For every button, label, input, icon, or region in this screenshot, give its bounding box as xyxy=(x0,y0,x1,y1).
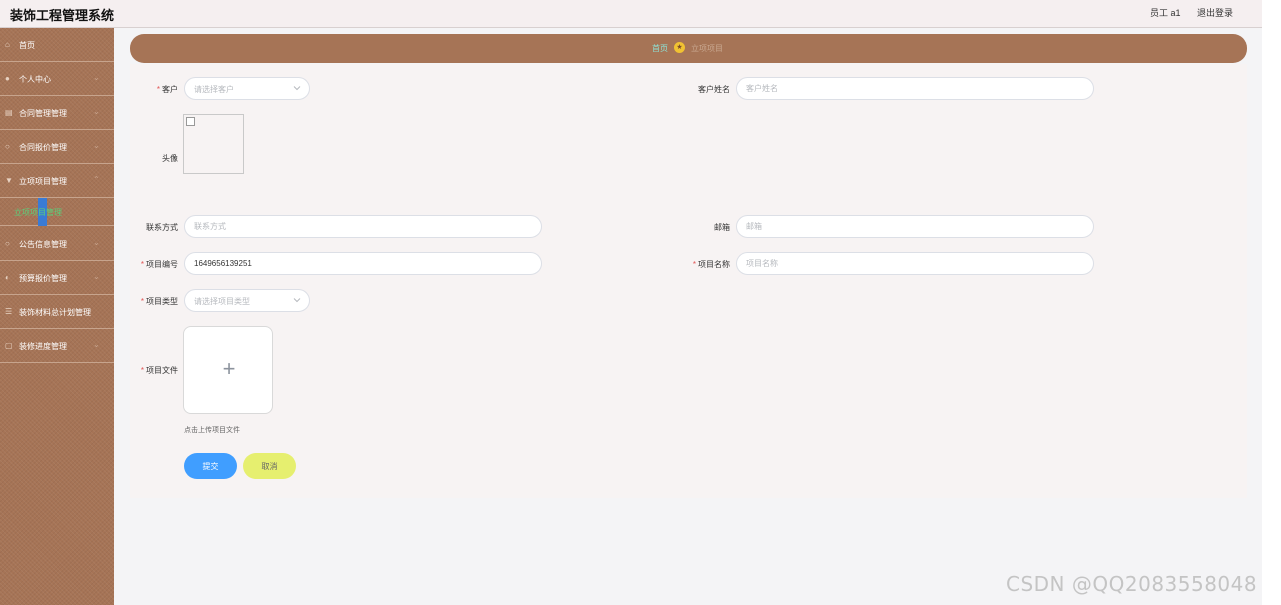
project-name-input[interactable] xyxy=(736,252,1094,275)
customer-name-input[interactable] xyxy=(736,77,1094,100)
sidebar-item-label: 个人中心 xyxy=(19,75,51,84)
sidebar-item-materials[interactable]: ☰ 装饰材料总计划管理 xyxy=(0,295,114,329)
logout-link[interactable]: 退出登录 xyxy=(1197,6,1233,19)
plus-icon: + xyxy=(222,356,236,381)
customer-select[interactable]: 请选择客户 xyxy=(184,77,310,100)
sidebar-item-contract[interactable]: ▤ 合同管理管理 ⌄ xyxy=(0,96,114,130)
avatar-label: 头像 xyxy=(162,154,178,163)
chevron-down-icon: ⌄ xyxy=(93,73,100,82)
breadcrumb xyxy=(130,34,1247,63)
project-type-select[interactable]: 请选择项目类型 xyxy=(184,289,310,312)
sidebar-item-label: 预算报价管理 xyxy=(19,274,67,283)
user-icon: ● xyxy=(5,74,10,83)
sidebar: ⌂ 首页 ● 个人中心 ⌄ ▤ 合同管理管理 ⌄ ○ 合同报价管理 ⌄ ▼ 立项… xyxy=(0,28,114,605)
sidebar-item-project[interactable]: ▼ 立项项目管理 ⌃ xyxy=(0,164,114,198)
chevron-down-icon: ⌄ xyxy=(93,238,100,247)
chevron-down-icon: ⌄ xyxy=(93,141,100,150)
project-file-upload[interactable]: + xyxy=(183,326,273,414)
home-icon: ⌂ xyxy=(5,40,10,49)
chevron-down-icon xyxy=(293,298,301,303)
sidebar-item-notice[interactable]: ○ 公告信息管理 ⌄ xyxy=(0,227,114,261)
contact-label: 联系方式 xyxy=(146,223,178,232)
customer-label: * 客户 xyxy=(156,85,178,94)
sidebar-item-home[interactable]: ⌂ 首页 xyxy=(0,28,114,62)
top-header: 装饰工程管理系统 员工 a1 退出登录 xyxy=(0,0,1262,28)
broken-image-icon xyxy=(186,117,195,126)
sidebar-subitem-project-management[interactable]: 立项项目管理 xyxy=(0,198,114,226)
sidebar-item-label: 合同报价管理 xyxy=(19,143,67,152)
email-input[interactable] xyxy=(736,215,1094,238)
customer-name-label: 客户姓名 xyxy=(698,85,730,94)
sidebar-item-label: 立项项目管理 xyxy=(19,177,67,186)
sidebar-item-contract-quote[interactable]: ○ 合同报价管理 ⌄ xyxy=(0,130,114,164)
scrollbar-track[interactable] xyxy=(1262,0,1281,605)
watermark: CSDN @QQ2083558048 xyxy=(1006,572,1258,596)
breadcrumb-home-link[interactable]: 首页 xyxy=(652,43,668,54)
contact-input[interactable] xyxy=(184,215,542,238)
sidebar-item-label: 公告信息管理 xyxy=(19,240,67,249)
sidebar-item-budget[interactable]: ◐ 预算报价管理 ⌄ xyxy=(0,261,114,295)
chevron-down-icon: ⌄ xyxy=(93,272,100,281)
sidebar-item-label: 装饰材料总计划管理 xyxy=(19,308,91,317)
required-mark: * xyxy=(156,85,160,94)
project-type-select-placeholder: 请选择项目类型 xyxy=(194,297,250,306)
sidebar-subitem-label: 立项项目管理 xyxy=(14,208,62,217)
project-file-label: * 项目文件 xyxy=(140,366,178,375)
sidebar-item-label: 合同管理管理 xyxy=(19,109,67,118)
chevron-up-icon: ⌃ xyxy=(93,175,100,184)
upload-hint: 点击上传项目文件 xyxy=(184,427,240,434)
budget-icon: ◐ xyxy=(5,273,10,282)
sidebar-item-label: 首页 xyxy=(19,41,35,50)
submit-button[interactable]: 提交 xyxy=(184,453,237,479)
app-title: 装饰工程管理系统 xyxy=(10,8,115,23)
list-icon: ☰ xyxy=(5,307,13,316)
sidebar-item-label: 装修进度管理 xyxy=(19,342,67,351)
star-icon: ★ xyxy=(674,42,685,53)
project-no-input[interactable] xyxy=(184,252,542,275)
avatar-image xyxy=(183,114,244,174)
contract-icon: ▤ xyxy=(5,108,13,117)
chevron-down-icon: ⌄ xyxy=(93,107,100,116)
progress-icon: ▢ xyxy=(5,341,13,350)
project-name-label: * 项目名称 xyxy=(692,260,730,269)
project-no-label: * 项目编号 xyxy=(140,260,178,269)
breadcrumb-current: 立项项目 xyxy=(691,44,723,53)
customer-select-placeholder: 请选择客户 xyxy=(194,85,234,94)
quote-icon: ○ xyxy=(5,142,10,151)
email-label: 邮箱 xyxy=(714,223,730,232)
project-type-label: * 项目类型 xyxy=(140,297,178,306)
sidebar-item-progress[interactable]: ▢ 装修进度管理 ⌄ xyxy=(0,329,114,363)
current-user-label: 员工 a1 xyxy=(1150,8,1181,18)
filter-icon: ▼ xyxy=(5,176,13,185)
chevron-down-icon xyxy=(293,86,301,91)
notice-icon: ○ xyxy=(5,239,10,248)
sidebar-item-personal-center[interactable]: ● 个人中心 ⌄ xyxy=(0,62,114,96)
cancel-button[interactable]: 取消 xyxy=(243,453,296,479)
project-form xyxy=(130,64,1247,498)
chevron-down-icon: ⌄ xyxy=(93,340,100,349)
